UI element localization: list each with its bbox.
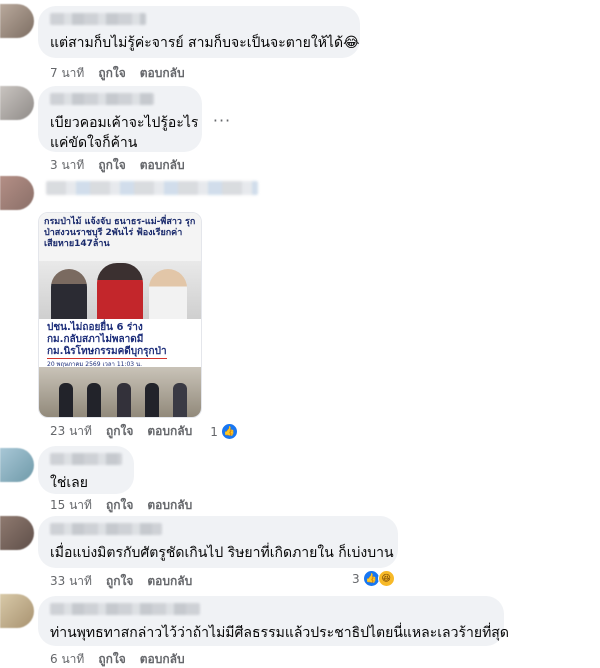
haha-icon: 😆 (377, 570, 395, 587)
comment-bubble: เมื่อแบ่งมิตรกับศัตรูชัดเกินไป ริษยาที่เ… (38, 516, 398, 568)
person-figure (59, 383, 73, 417)
reply-button[interactable]: ตอบกลับ (147, 496, 192, 515)
more-icon: ··· (212, 110, 232, 130)
comment-time[interactable]: 15 นาที (50, 496, 92, 515)
comment-text-line-2: แค่ขัดใจก็ค้าน (50, 135, 138, 151)
news-group-photo (39, 367, 201, 417)
author-name-blurred[interactable] (50, 453, 122, 465)
avatar[interactable] (0, 516, 34, 550)
avatar[interactable] (0, 176, 34, 210)
reply-button[interactable]: ตอบกลับ (147, 422, 192, 441)
author-name-blurred[interactable] (50, 523, 162, 535)
comment-time[interactable]: 3 นาที (50, 156, 84, 175)
author-name-blurred[interactable] (50, 93, 154, 105)
reaction-summary[interactable]: 1 👍 (210, 423, 238, 440)
avatar[interactable] (0, 448, 34, 482)
reply-button[interactable]: ตอบกลับ (147, 572, 192, 591)
like-button[interactable]: ถูกใจ (98, 156, 125, 175)
comment-text: แต่สามก็บไม่รู้ค่ะจารย์ สามก็บจะเป็นจะตา… (50, 35, 360, 51)
comment-actions: 33 นาที ถูกใจ ตอบกลับ (50, 572, 192, 591)
avatar[interactable] (0, 86, 34, 120)
author-name-blurred[interactable] (50, 13, 146, 25)
comment-text: ท่านพุทธทาสกล่าวไว้ว่าถ้าไม่มีศีลธรรมแล้… (50, 625, 509, 641)
news-caption: ปชน.ไม่ถอยยื่น 6 ร่าง กม.กลับสภาไม่พลาดม… (39, 319, 201, 361)
like-button[interactable]: ถูกใจ (106, 422, 133, 441)
comment-bubble: ท่านพุทธทาสกล่าวไว้ว่าถ้าไม่มีศีลธรรมแล้… (38, 596, 509, 646)
reply-button[interactable]: ตอบกลับ (140, 64, 185, 83)
reply-button[interactable]: ตอบกลับ (140, 156, 185, 175)
comment-time[interactable]: 7 นาที (50, 64, 84, 83)
reply-button[interactable]: ตอบกลับ (140, 650, 185, 668)
author-name-blurred[interactable] (50, 603, 200, 615)
person-figure (149, 269, 187, 319)
comment-text: ใช่เลย (50, 475, 88, 491)
news-caption-line-1: ปชน.ไม่ถอยยื่น 6 ร่าง (47, 322, 143, 333)
like-button[interactable]: ถูกใจ (98, 650, 125, 668)
news-people-photo (39, 261, 201, 319)
news-caption-line-2: กม.กลับสภาไม่พลาดมี (47, 334, 144, 345)
comment-actions: 7 นาที ถูกใจ ตอบกลับ (50, 64, 185, 83)
like-button[interactable]: ถูกใจ (98, 64, 125, 83)
reaction-count: 3 (352, 571, 360, 586)
comment-actions: 6 นาที ถูกใจ ตอบกลับ (50, 650, 185, 668)
person-figure (97, 263, 143, 319)
avatar[interactable] (0, 4, 34, 38)
comment-text-line-1: เบียวคอมเค้าจะไปรู้อะไร (50, 115, 199, 131)
comment-bubble: เบียวคอมเค้าจะไปรู้อะไร แค่ขัดใจก็ค้าน (38, 86, 202, 152)
comment-actions: 23 นาที ถูกใจ ตอบกลับ 1 👍 (50, 422, 238, 441)
reaction-count: 1 (210, 424, 218, 439)
person-figure (51, 269, 87, 319)
shared-news-image[interactable]: กรมป่าไม้ แจ้งจับ ธนาธร-แม่-พี่สาว รุกป่… (38, 212, 202, 418)
more-options-button[interactable]: ··· (206, 104, 238, 136)
author-name-blurred[interactable] (46, 181, 258, 195)
comment-text: เมื่อแบ่งมิตรกับศัตรูชัดเกินไป ริษยาที่เ… (50, 545, 394, 561)
like-button[interactable]: ถูกใจ (106, 572, 133, 591)
reaction-summary[interactable]: 3 👍 😆 (352, 570, 395, 587)
avatar[interactable] (0, 594, 34, 628)
comment-actions: 3 นาที ถูกใจ ตอบกลับ (50, 156, 185, 175)
comment-time[interactable]: 6 นาที (50, 650, 84, 668)
comment-bubble: แต่สามก็บไม่รู้ค่ะจารย์ สามก็บจะเป็นจะตา… (38, 6, 360, 58)
comment-time[interactable]: 23 นาที (50, 422, 92, 441)
person-figure (117, 383, 131, 417)
comment-bubble: ใช่เลย (38, 446, 134, 494)
news-caption-line-3: กม.นิรโทษกรรมคดีบุกรุกป่า (47, 346, 167, 359)
like-icon: 👍 (220, 423, 238, 440)
like-button[interactable]: ถูกใจ (106, 496, 133, 515)
person-figure (173, 383, 187, 417)
comment-time[interactable]: 33 นาที (50, 572, 92, 591)
news-headline: กรมป่าไม้ แจ้งจับ ธนาธร-แม่-พี่สาว รุกป่… (39, 213, 201, 267)
person-figure (87, 383, 101, 417)
comment-actions: 15 นาที ถูกใจ ตอบกลับ (50, 496, 192, 515)
person-figure (145, 383, 159, 417)
